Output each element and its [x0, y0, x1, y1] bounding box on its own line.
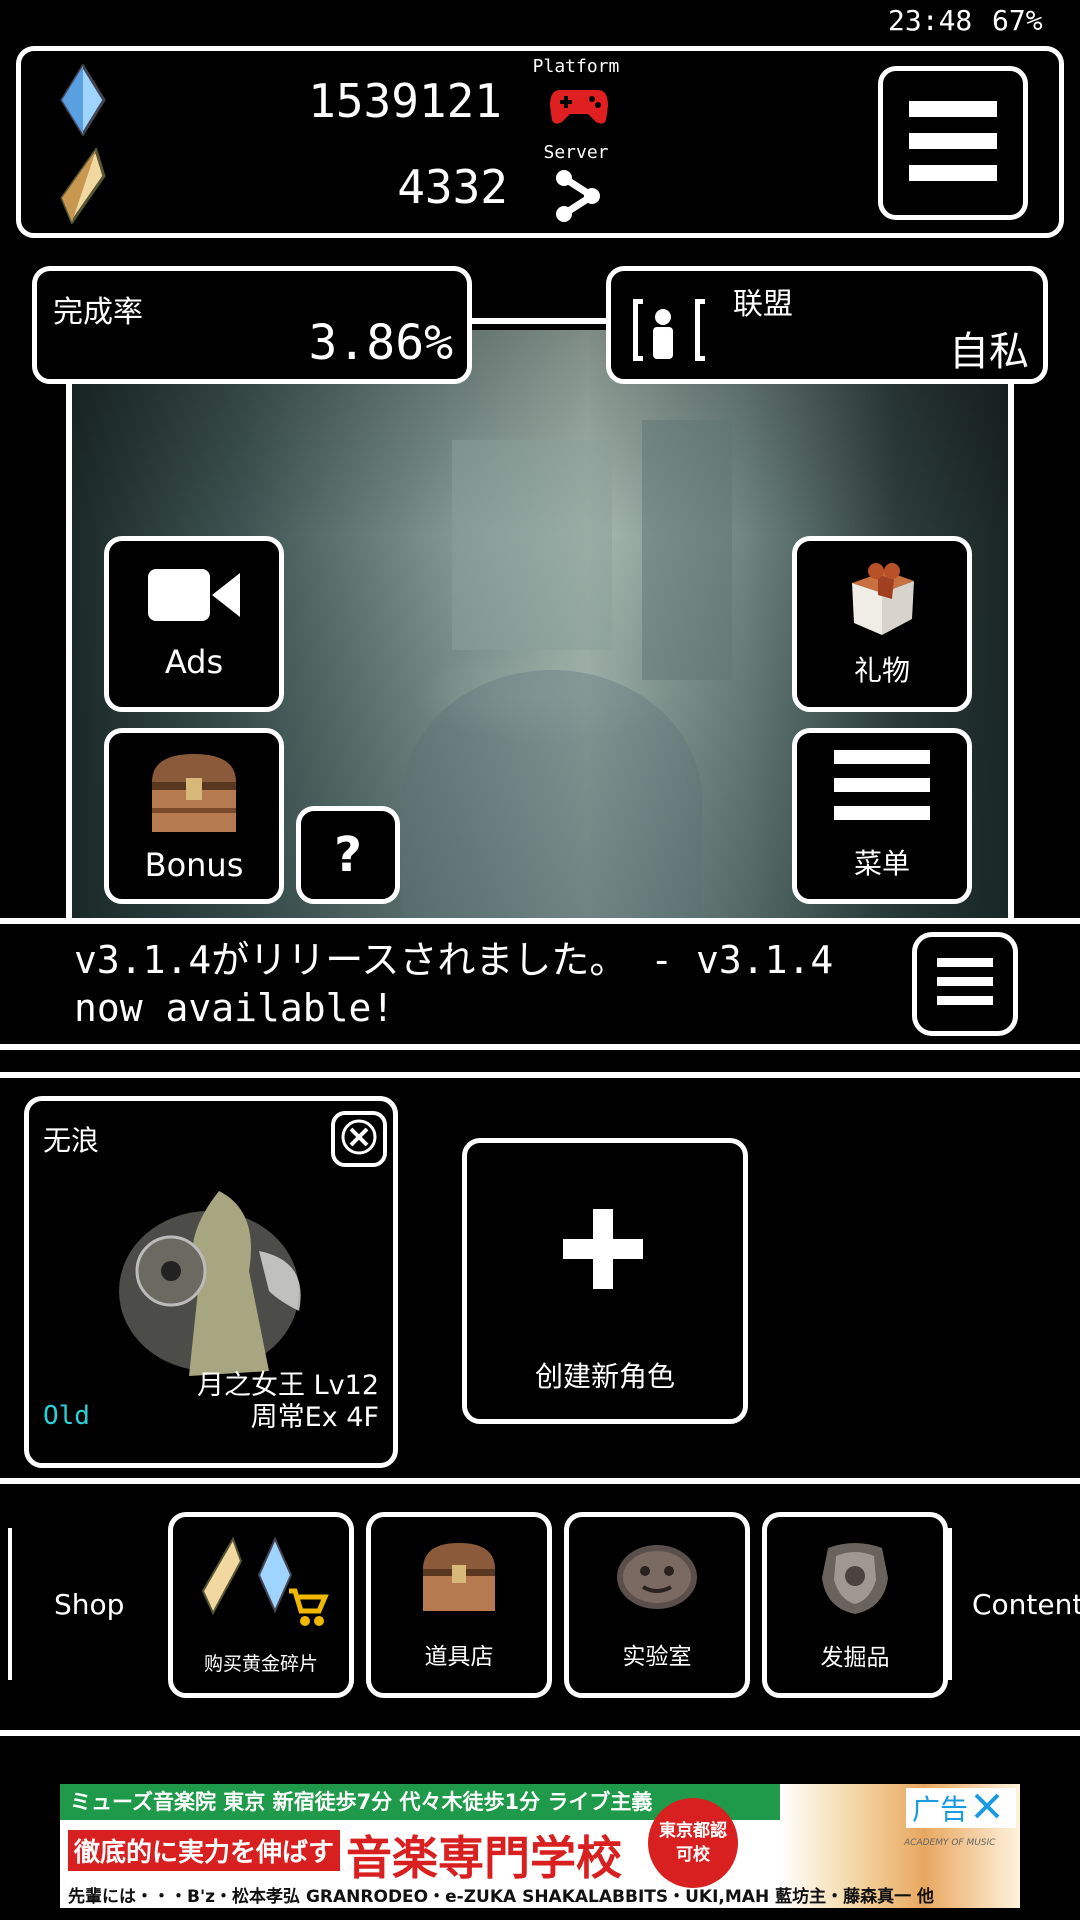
section-divider [0, 1072, 1080, 1078]
gold-crystal-count: 4332 [397, 160, 508, 214]
alliance-person-icon [629, 295, 709, 365]
alliance-label: 联盟 [733, 287, 793, 322]
ad-banner[interactable]: ミューズ音楽院 東京 新宿徒歩7分 代々木徒歩1分 ライブ主義 徹底的に実力を伸… [60, 1784, 1020, 1908]
news-list-icon [937, 956, 993, 1012]
completion-value: 3.86% [308, 315, 454, 371]
blue-crystal-icon [58, 63, 108, 137]
ad-stamp: 東京都認可校 [648, 1798, 738, 1888]
delete-character-button[interactable] [331, 1111, 387, 1167]
shop-item-excavations[interactable]: 发掘品 [762, 1512, 948, 1698]
gold-crystal-icon [58, 146, 108, 226]
list-menu-icon [834, 750, 930, 826]
character-card[interactable]: 无浪 Old 月之女王 Lv12 周常Ex 4F [24, 1096, 398, 1468]
shop-item-item-shop[interactable]: 道具店 [366, 1512, 552, 1698]
create-character-button[interactable]: 创建新角色 [462, 1138, 748, 1424]
ad-label: 广告 [912, 1793, 969, 1826]
news-bottom-border [0, 1044, 1080, 1050]
bonus-button[interactable]: Bonus [104, 728, 284, 904]
crystal-cart-icon [191, 1535, 331, 1635]
ad-line-2a: 徹底的に実力を伸ばす [68, 1830, 341, 1871]
gift-button[interactable]: 礼物 [792, 536, 972, 712]
status-time: 23:48 [888, 4, 973, 37]
shop-item-label: 实验室 [622, 1644, 692, 1670]
shop-top-border [0, 1478, 1080, 1484]
alliance-panel[interactable]: 联盟 自私 [606, 266, 1048, 384]
character-portrait [99, 1171, 319, 1391]
completion-panel: 完成率 3.86% [32, 266, 472, 384]
video-camera-icon [148, 567, 240, 627]
ad-close-icon[interactable] [972, 1791, 1002, 1825]
main-menu-button[interactable] [878, 66, 1028, 220]
character-name: 无浪 [43, 1124, 100, 1157]
scene-menu-label: 菜单 [853, 847, 910, 880]
plus-icon [563, 1209, 643, 1293]
character-floor: 周常Ex 4F [250, 1402, 379, 1433]
close-icon [340, 1118, 378, 1160]
ad-choices[interactable]: 广告 [906, 1788, 1016, 1828]
content-label[interactable]: Content [972, 1588, 1080, 1621]
platform-label: Platform [532, 56, 620, 77]
ad-line-2b: 音楽専門学校 [346, 1831, 622, 1885]
ads-button[interactable]: Ads [104, 536, 284, 712]
blue-crystal-count: 1539121 [308, 74, 502, 128]
shop-item-buy-gold-shards[interactable]: 购买黄金碎片 [168, 1512, 354, 1698]
ad-line-3: 先輩には・・・B'z・松本孝弘 GRANRODEO・e-ZUKA SHAKALA… [68, 1887, 935, 1907]
shop-label: Shop [54, 1588, 125, 1621]
gift-label: 礼物 [853, 654, 910, 687]
shop-item-label: 购买黄金碎片 [203, 1652, 318, 1675]
relic-icon [814, 1538, 896, 1622]
shop-item-label: 道具店 [424, 1644, 494, 1670]
character-tag: Old [43, 1401, 90, 1431]
create-character-label: 创建新角色 [534, 1360, 675, 1393]
news-line-1: v3.1.4がリリースされました。 - v3.1.4 [74, 938, 834, 982]
treasure-chest-icon [146, 748, 242, 842]
stone-face-icon [615, 1539, 699, 1619]
bonus-label: Bonus [144, 846, 244, 884]
news-list-button[interactable] [912, 932, 1018, 1036]
shop-left-edge [8, 1528, 12, 1680]
completion-label: 完成率 [53, 295, 143, 330]
shop-item-laboratory[interactable]: 实验室 [564, 1512, 750, 1698]
help-label: ? [334, 827, 362, 883]
share-icon[interactable] [552, 168, 604, 224]
shop-item-label: 发掘品 [820, 1645, 890, 1671]
panel-connector [468, 318, 614, 324]
news-line-2: now available! [74, 986, 395, 1030]
scene-menu-button[interactable]: 菜单 [792, 728, 972, 904]
alliance-value: 自私 [949, 329, 1029, 375]
ad-brand: ACADEMY OF MUSIC [904, 1838, 996, 1848]
server-label: Server [543, 142, 609, 163]
gift-box-icon [842, 559, 922, 643]
news-top-border [0, 918, 1080, 924]
news-ticker: v3.1.4がリリースされました。 - v3.1.4 now available… [74, 936, 914, 1032]
ads-label: Ads [164, 643, 224, 681]
gamepad-icon[interactable] [548, 84, 610, 128]
help-button[interactable]: ? [296, 806, 400, 904]
treasure-chest-icon [419, 1539, 499, 1619]
shop-bottom-border [0, 1730, 1080, 1736]
shop-right-edge [948, 1528, 952, 1680]
status-battery: 67% [992, 4, 1043, 37]
hamburger-menu-icon [909, 93, 997, 193]
